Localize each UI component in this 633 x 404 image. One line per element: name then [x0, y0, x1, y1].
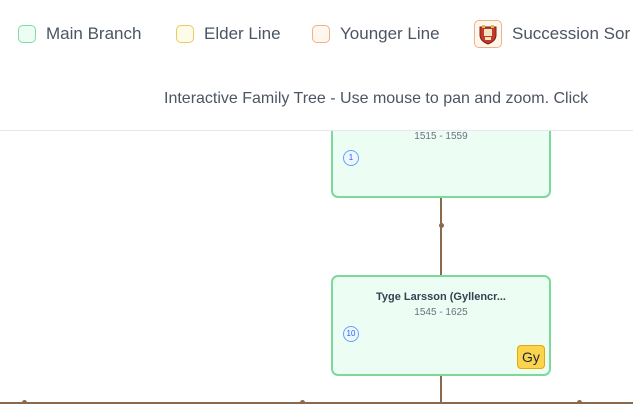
generation-badge: 10: [343, 326, 359, 342]
main-branch-swatch-icon: [18, 25, 36, 43]
legend-item-main-branch[interactable]: Main Branch: [18, 22, 141, 46]
sibling-connector: [0, 402, 633, 404]
house-badge[interactable]: Gy: [517, 345, 545, 369]
parent-child-connector: [440, 376, 442, 404]
generation-badge: 1: [343, 150, 359, 166]
legend-item-succession[interactable]: Succession Sor: [474, 20, 631, 48]
instructions-text: Interactive Family Tree - Use mouse to p…: [164, 90, 589, 107]
connector-joint: [300, 400, 305, 404]
connector-joint: [438, 223, 444, 228]
legend: Main Branch Elder Line Younger Line Succ…: [0, 0, 633, 70]
person-node[interactable]: 1515 - 1559 1: [331, 131, 551, 198]
legend-item-elder-line[interactable]: Elder Line: [176, 22, 281, 46]
family-tree-canvas[interactable]: 1515 - 1559 1 Tyge Larsson (Gyllencr... …: [0, 131, 633, 404]
legend-label: Main Branch: [46, 24, 142, 43]
legend-item-younger-line[interactable]: Younger Line: [312, 22, 440, 46]
person-name: Tyge Larsson (Gyllencr...: [375, 291, 506, 303]
coat-of-arms-icon: [474, 20, 502, 48]
connector-joint: [22, 400, 27, 404]
person-dates: 1515 - 1559: [414, 131, 468, 142]
person-dates: 1545 - 1625: [414, 307, 468, 318]
legend-label: Succession Sor: [512, 24, 631, 43]
person-node[interactable]: Tyge Larsson (Gyllencr... 1545 - 1625 10…: [331, 275, 551, 376]
connector-joint: [577, 400, 582, 404]
parent-child-connector: [440, 198, 442, 275]
legend-label: Elder Line: [204, 24, 281, 43]
younger-line-swatch-icon: [312, 25, 330, 43]
legend-label: Younger Line: [340, 24, 440, 43]
elder-line-swatch-icon: [176, 25, 194, 43]
